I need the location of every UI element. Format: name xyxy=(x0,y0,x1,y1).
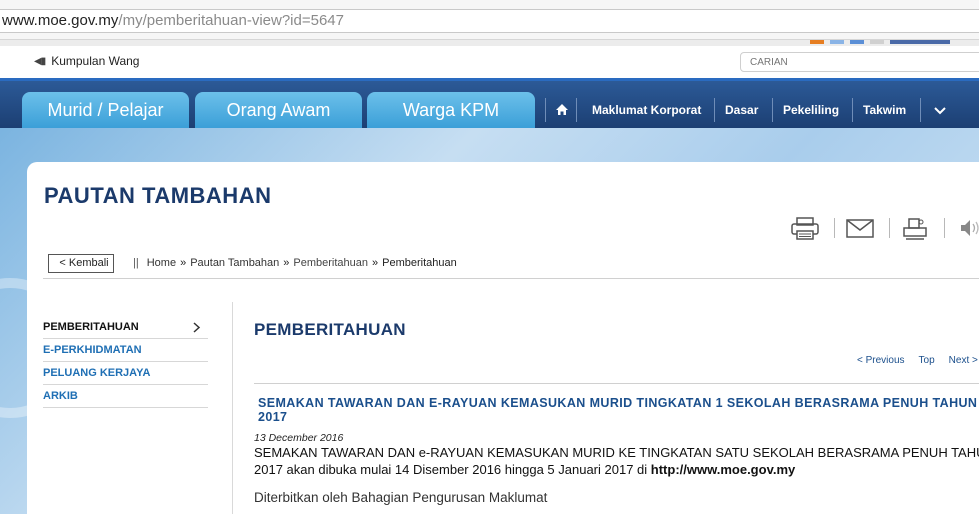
nav-pekeliling[interactable]: Pekeliling xyxy=(772,98,849,122)
tab-orang-awam[interactable]: Orang Awam xyxy=(195,92,362,128)
news-ticker: ◀▮ Kumpulan Wang xyxy=(34,54,139,68)
sidebar: PEMBERITAHUAN E-PERKHIDMATAN PELUANG KER… xyxy=(43,316,208,408)
breadcrumb-pautan-tambahan[interactable]: Pautan Tambahan xyxy=(190,257,279,269)
sidebar-divider xyxy=(232,302,233,514)
article-body-text: SEMAKAN TAWARAN DAN e-RAYUAN KEMASUKAN M… xyxy=(254,445,979,477)
ticker-arrows-icon[interactable]: ◀▮ xyxy=(34,56,46,67)
breadcrumb-pemberitahuan-link[interactable]: Pemberitahuan xyxy=(293,257,368,269)
speaker-icon[interactable] xyxy=(951,214,979,242)
nav-dasar[interactable]: Dasar xyxy=(714,98,768,122)
browser-url-bar: www.moe.gov.my/my/pemberitahuan-view?id=… xyxy=(0,0,979,40)
top-bar: ◀▮ Kumpulan Wang xyxy=(0,46,979,78)
breadcrumb-separator: || xyxy=(133,257,139,269)
sidebar-item-peluang-kerjaya[interactable]: PELUANG KERJAYA xyxy=(43,362,208,385)
article-date: 13 December 2016 xyxy=(254,432,344,444)
search-input[interactable] xyxy=(740,52,979,72)
article-title: SEMAKAN TAWARAN DAN E-RAYUAN KEMASUKAN M… xyxy=(258,396,978,424)
url-host: www.moe.gov.my xyxy=(2,12,119,29)
article-body: SEMAKAN TAWARAN DAN e-RAYUAN KEMASUKAN M… xyxy=(254,444,979,478)
pager: < Previous Top Next > xyxy=(857,355,978,366)
previous-link[interactable]: < Previous xyxy=(857,355,905,366)
breadcrumb-home[interactable]: Home xyxy=(147,257,176,269)
email-icon[interactable] xyxy=(841,214,883,242)
sidebar-item-label: PELUANG KERJAYA xyxy=(43,367,151,379)
ticker-label[interactable]: Kumpulan Wang xyxy=(51,54,139,68)
divider xyxy=(43,278,979,279)
breadcrumb-current: Pemberitahuan xyxy=(382,257,457,269)
sidebar-item-label: PEMBERITAHUAN xyxy=(43,321,139,333)
article-link[interactable]: http://www.moe.gov.my xyxy=(651,462,795,477)
chevron-down-icon[interactable] xyxy=(920,98,960,122)
sidebar-item-label: ARKIB xyxy=(43,390,78,402)
tab-murid-pelajar[interactable]: Murid / Pelajar xyxy=(22,92,189,128)
back-button-label: Kembali xyxy=(68,257,109,269)
top-link[interactable]: Top xyxy=(919,355,935,366)
home-icon[interactable] xyxy=(545,98,577,122)
page-title: PAUTAN TAMBAHAN xyxy=(44,183,272,208)
main-nav: Murid / Pelajar Orang Awam Warga KPM Mak… xyxy=(0,78,979,128)
print-icon[interactable] xyxy=(786,214,828,242)
nav-takwim[interactable]: Takwim xyxy=(852,98,916,122)
sidebar-item-e-perkhidmatan[interactable]: E-PERKHIDMATAN xyxy=(43,339,208,362)
fax-icon[interactable] xyxy=(896,214,938,242)
url-field[interactable]: www.moe.gov.my/my/pemberitahuan-view?id=… xyxy=(0,9,979,33)
url-path: /my/pemberitahuan-view?id=5647 xyxy=(118,12,344,29)
nav-maklumat-korporat[interactable]: Maklumat Korporat xyxy=(582,98,711,122)
sidebar-item-pemberitahuan[interactable]: PEMBERITAHUAN xyxy=(43,316,208,339)
page-tools xyxy=(786,214,979,242)
back-button[interactable]: < Kembali xyxy=(48,254,114,273)
article-footer: Diterbitkan oleh Bahagian Pengurusan Mak… xyxy=(254,490,548,505)
content-divider xyxy=(254,383,979,384)
breadcrumb: || Home» Pautan Tambahan» Pemberitahuan»… xyxy=(133,257,457,269)
tab-warga-kpm[interactable]: Warga KPM xyxy=(367,92,535,128)
sidebar-item-arkib[interactable]: ARKIB xyxy=(43,385,208,408)
sidebar-item-label: E-PERKHIDMATAN xyxy=(43,344,142,356)
content-title: PEMBERITAHUAN xyxy=(254,320,406,339)
next-link[interactable]: Next > xyxy=(949,355,978,366)
